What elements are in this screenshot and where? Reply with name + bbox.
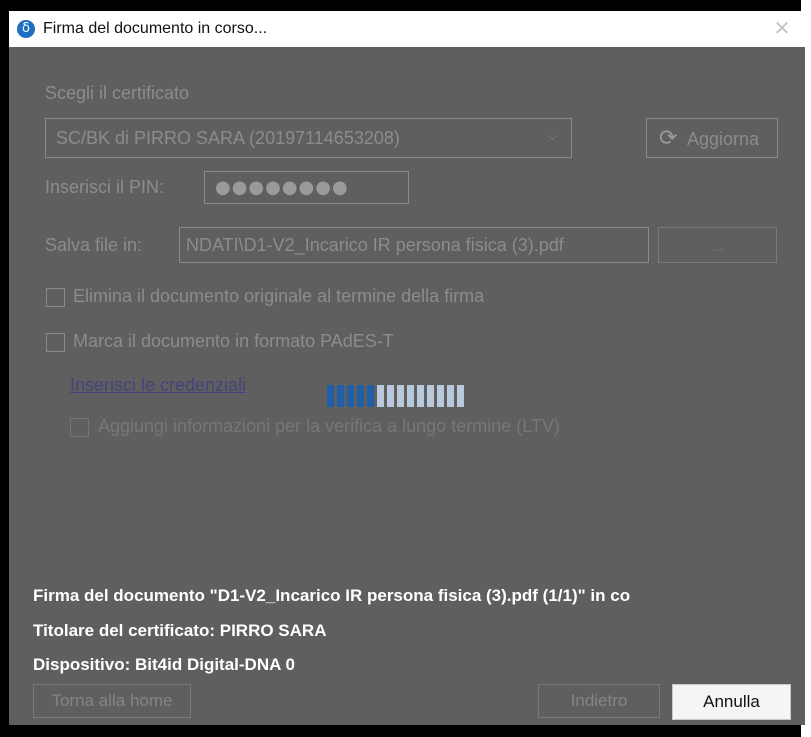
delete-original-checkbox[interactable] (46, 288, 65, 307)
back-button[interactable]: Indietro (538, 684, 660, 718)
home-button[interactable]: Torna alla home (33, 684, 191, 718)
save-path-input[interactable]: NDATI\D1-V2_Incarico IR persona fisica (… (179, 227, 649, 263)
progress-segment (347, 385, 354, 407)
app-logo-icon: δ (17, 20, 35, 38)
status-device: Dispositivo: Bit4id Digital-DNA 0 (33, 655, 295, 674)
status-certificate-holder: Titolare del certificato: PIRRO SARA (33, 621, 327, 640)
pin-masked-value: ●●●●●●●● (215, 177, 349, 198)
save-file-label: Salva file in: (45, 235, 143, 255)
progress-segment (367, 385, 374, 407)
progress-segment (357, 385, 364, 407)
browse-button[interactable]: ... (658, 227, 777, 263)
progress-segment (387, 385, 394, 407)
save-path-value: NDATI\D1-V2_Incarico IR persona fisica (… (186, 235, 564, 255)
pades-t-checkbox[interactable] (46, 333, 65, 352)
progress-segment (447, 385, 454, 407)
ltv-checkbox[interactable] (70, 418, 89, 437)
credentials-link[interactable]: Inserisci le credenziali (70, 375, 246, 396)
certificate-selected-value: SC/BK di PIRRO SARA (20197114653208) (56, 128, 400, 148)
title-bar: δ Firma del documento in corso... ✕ (9, 11, 805, 47)
progress-segment (337, 385, 344, 407)
delete-original-label: Elimina il documento originale al termin… (73, 286, 485, 306)
browse-button-label: ... (711, 238, 724, 254)
pades-t-label: Marca il documento in formato PAdES-T (73, 331, 394, 351)
chevron-down-icon: ⌵ (547, 129, 557, 143)
progress-segment (417, 385, 424, 407)
status-signing-document: Firma del documento "D1-V2_Incarico IR p… (33, 586, 631, 605)
refresh-icon: ⟳ (659, 126, 678, 151)
screen-background: δ Firma del documento in corso... ✕ Sceg… (0, 0, 811, 737)
progress-segment (437, 385, 444, 407)
progress-segment (397, 385, 404, 407)
window-title: Firma del documento in corso... (43, 20, 268, 37)
pin-label: Inserisci il PIN: (45, 177, 165, 197)
ltv-label: Aggiungi informazioni per la verifica a … (98, 416, 560, 436)
status-area: Firma del documento "D1-V2_Incarico IR p… (9, 581, 805, 691)
certificate-select[interactable]: SC/BK di PIRRO SARA (20197114653208) ⌵ (45, 118, 572, 158)
progress-segment (377, 385, 384, 407)
cancel-button[interactable]: Annulla (672, 684, 791, 720)
progress-indicator (327, 385, 464, 407)
refresh-button-label: Aggiorna (687, 129, 760, 149)
signing-dialog: δ Firma del documento in corso... ✕ Sceg… (9, 11, 805, 725)
progress-segment (407, 385, 414, 407)
pin-input[interactable]: ●●●●●●●● (204, 171, 409, 204)
certificate-label: Scegli il certificato (45, 83, 190, 103)
progress-segment (427, 385, 434, 407)
close-icon[interactable]: ✕ (759, 11, 805, 47)
progress-segment (457, 385, 464, 407)
refresh-button[interactable]: ⟳ Aggiorna (646, 118, 778, 158)
progress-segment (327, 385, 334, 407)
